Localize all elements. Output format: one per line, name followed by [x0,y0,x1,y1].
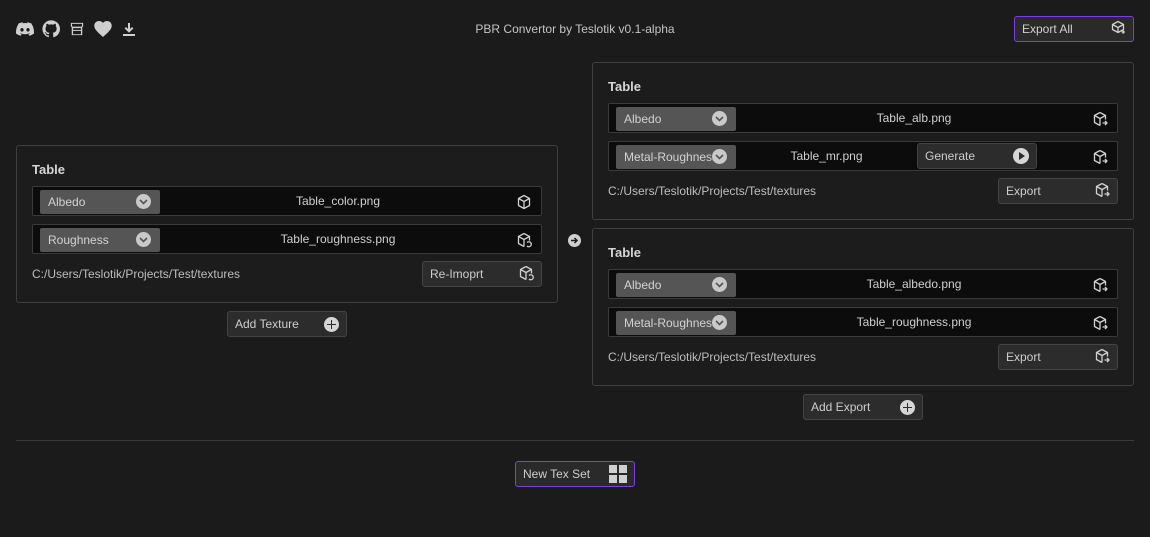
chevron-down-icon [712,315,727,330]
cube-export-icon [1094,182,1110,201]
divider [16,440,1134,441]
chevron-down-icon [136,194,151,209]
cube-reload-icon[interactable] [515,231,533,249]
arrow-right-icon [568,234,581,247]
export-filename: Table_roughness.png [856,315,972,329]
add-export-label: Add Export [811,400,871,414]
export-row: Albedo Table_albedo.png [608,269,1118,299]
cube-export-icon[interactable] [1091,148,1109,166]
textures-path: C:/Users/Teslotik/Projects/Test/textures [32,267,241,281]
cube-export-icon[interactable] [1091,276,1109,294]
export-filename: Table_albedo.png [866,277,962,291]
dropdown-value: Metal-Roughness [624,316,719,330]
panel-title: Table [608,245,641,260]
new-tex-set-button[interactable]: New Tex Set [515,461,635,487]
export-filename: Table_mr.png [790,149,863,163]
export-all-button[interactable]: Export All [1014,16,1134,42]
export-row: Metal-Roughness Table_mr.png Generate [608,141,1118,171]
grid-icon [609,465,627,483]
export-type-dropdown[interactable]: Metal-Roughness [616,145,736,169]
add-export-button[interactable]: Add Export [803,394,923,420]
texture-filename: Table_color.png [295,194,381,208]
export-filename: Table_alb.png [876,111,952,125]
export-type-dropdown[interactable]: Metal-Roughness [616,311,736,335]
export-path: C:/Users/Teslotik/Projects/Test/textures [608,184,817,198]
generate-label: Generate [925,149,976,163]
cube-icon[interactable] [515,193,533,211]
chevron-down-icon [136,232,151,247]
dropdown-value: Albedo [624,278,662,292]
export-panel: Table Albedo Table_albedo.png Metal-Roug… [592,228,1134,386]
reimport-label: Re-Imoprt [430,267,484,281]
texture-set-panel: Table Albedo Table_color.png Roughness T… [16,145,558,303]
chevron-down-icon [712,149,727,164]
export-all-label: Export All [1022,22,1073,36]
export-row: Metal-Roughness Table_roughness.png [608,307,1118,337]
new-tex-set-label: New Tex Set [523,467,591,481]
add-texture-button[interactable]: Add Texture [227,311,347,337]
cube-export-icon [1094,348,1110,367]
play-icon [1013,148,1029,164]
texture-type-dropdown[interactable]: Roughness [40,228,160,252]
dropdown-value: Metal-Roughness [624,150,719,164]
generate-button[interactable]: Generate [917,143,1037,169]
plus-circle-icon [900,399,915,415]
export-cube-icon [1110,20,1126,39]
dropdown-value: Albedo [624,112,662,126]
app-title: PBR Convertor by Teslotik v0.1-alpha [475,22,675,36]
export-path: C:/Users/Teslotik/Projects/Test/textures [608,350,817,364]
cube-export-icon[interactable] [1091,314,1109,332]
texture-row: Roughness Table_roughness.png [32,224,542,254]
reimport-button[interactable]: Re-Imoprt [422,261,542,287]
export-panel: Table Albedo Table_alb.png Metal-Roughne… [592,62,1134,220]
dropdown-value: Albedo [48,195,86,209]
export-type-dropdown[interactable]: Albedo [616,107,736,131]
panel-title: Table [32,162,65,177]
texture-row: Albedo Table_color.png [32,186,542,216]
export-button[interactable]: Export [998,178,1118,204]
export-row: Albedo Table_alb.png [608,103,1118,133]
cube-icon [518,265,534,284]
texture-type-dropdown[interactable]: Albedo [40,190,160,214]
export-type-dropdown[interactable]: Albedo [616,273,736,297]
chevron-down-icon [712,111,727,126]
export-label: Export [1006,184,1041,198]
panel-title: Table [608,79,641,94]
add-texture-label: Add Texture [235,317,299,331]
export-button[interactable]: Export [998,344,1118,370]
dropdown-value: Roughness [48,233,109,247]
export-label: Export [1006,350,1041,364]
cube-export-icon[interactable] [1091,110,1109,128]
plus-circle-icon [324,316,339,332]
chevron-down-icon [712,277,727,292]
texture-filename: Table_roughness.png [280,232,396,246]
